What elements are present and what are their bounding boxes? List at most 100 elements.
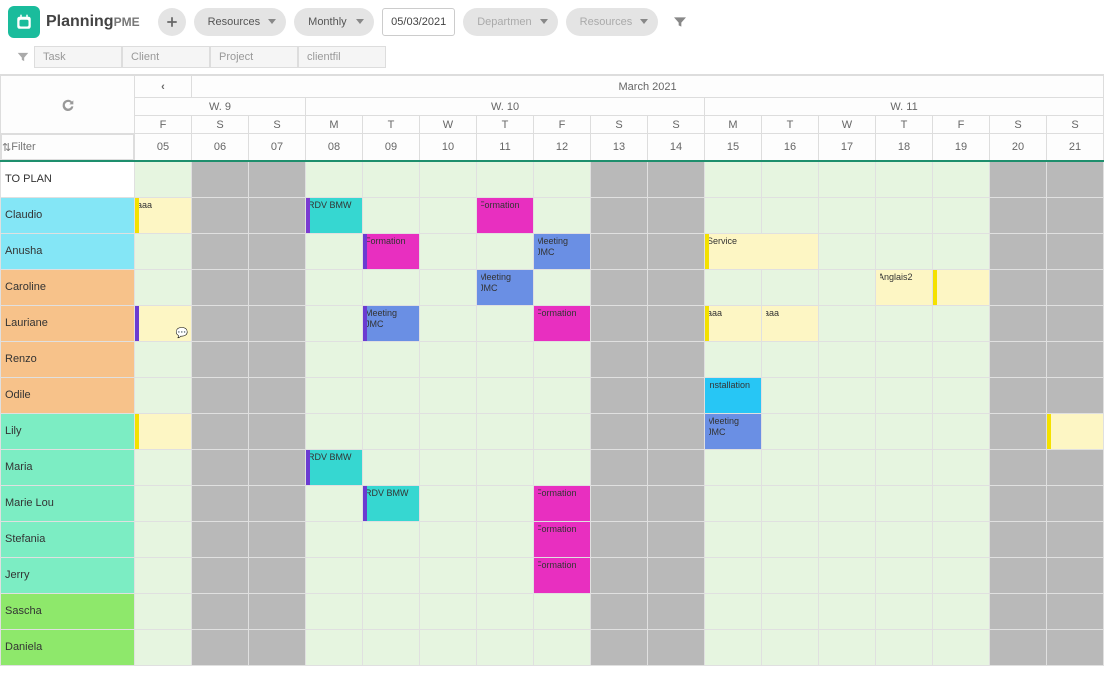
grid-cell[interactable]: [648, 629, 705, 665]
grid-cell[interactable]: [135, 161, 192, 197]
grid-cell[interactable]: 💬: [135, 305, 192, 341]
filter-button[interactable]: [666, 8, 694, 36]
grid-cell[interactable]: [420, 593, 477, 629]
grid-cell[interactable]: [990, 521, 1047, 557]
resources-select[interactable]: Resources: [194, 8, 287, 36]
grid-cell[interactable]: [876, 629, 933, 665]
filter-project[interactable]: Project: [210, 46, 298, 68]
grid-cell[interactable]: [762, 557, 819, 593]
grid-cell[interactable]: [363, 449, 420, 485]
grid-cell[interactable]: Meeting JMC: [363, 305, 420, 341]
resource-cell[interactable]: Lily: [1, 413, 135, 449]
grid-cell[interactable]: Formation: [534, 557, 591, 593]
grid-cell[interactable]: [534, 161, 591, 197]
grid-cell[interactable]: [819, 593, 876, 629]
grid-cell[interactable]: [591, 197, 648, 233]
grid-cell[interactable]: [876, 521, 933, 557]
grid-cell[interactable]: [876, 593, 933, 629]
grid-cell[interactable]: [306, 593, 363, 629]
resource-cell[interactable]: Renzo: [1, 341, 135, 377]
grid-cell[interactable]: [477, 161, 534, 197]
grid-cell[interactable]: [249, 557, 306, 593]
grid-cell[interactable]: [1047, 377, 1104, 413]
grid-cell[interactable]: [591, 413, 648, 449]
grid-cell[interactable]: RDV BMW: [363, 485, 420, 521]
grid-cell[interactable]: [363, 521, 420, 557]
grid-cell[interactable]: [477, 341, 534, 377]
grid-cell[interactable]: [1047, 269, 1104, 305]
grid-cell[interactable]: [819, 161, 876, 197]
grid-cell[interactable]: RDV BMW: [306, 197, 363, 233]
grid-cell[interactable]: [306, 629, 363, 665]
grid-cell[interactable]: [363, 197, 420, 233]
grid-cell[interactable]: [477, 485, 534, 521]
grid-cell[interactable]: [591, 341, 648, 377]
grid-cell[interactable]: [591, 521, 648, 557]
grid-cell[interactable]: [648, 521, 705, 557]
grid-cell[interactable]: [306, 485, 363, 521]
resource-filter-input[interactable]: [11, 141, 153, 153]
grid-cell[interactable]: [1047, 341, 1104, 377]
grid-cell[interactable]: [591, 233, 648, 269]
grid-cell[interactable]: [762, 449, 819, 485]
filter-client[interactable]: Client: [122, 46, 210, 68]
event[interactable]: Formation: [534, 306, 590, 341]
grid-cell[interactable]: RDV BMW: [306, 449, 363, 485]
grid-cell[interactable]: [819, 521, 876, 557]
grid-cell[interactable]: [705, 521, 762, 557]
grid-cell[interactable]: [477, 413, 534, 449]
grid-cell[interactable]: [534, 449, 591, 485]
grid-cell[interactable]: [705, 629, 762, 665]
grid-cell[interactable]: [249, 377, 306, 413]
department-select[interactable]: Departmen: [463, 8, 557, 36]
resource-cell[interactable]: Claudio: [1, 197, 135, 233]
event[interactable]: aaa: [705, 306, 761, 341]
event[interactable]: Formation: [363, 234, 419, 269]
grid-cell[interactable]: [1047, 305, 1104, 341]
grid-cell[interactable]: [534, 269, 591, 305]
grid-cell[interactable]: [534, 197, 591, 233]
grid-cell[interactable]: [591, 377, 648, 413]
grid-cell[interactable]: Formation: [534, 485, 591, 521]
event[interactable]: Meeting JMC: [705, 414, 761, 449]
grid-cell[interactable]: [648, 341, 705, 377]
grid-cell[interactable]: Formation: [534, 305, 591, 341]
grid-cell[interactable]: [990, 197, 1047, 233]
grid-cell[interactable]: [876, 305, 933, 341]
grid-cell[interactable]: [819, 269, 876, 305]
event[interactable]: Installation: [705, 378, 761, 413]
grid-cell[interactable]: [420, 521, 477, 557]
grid-cell[interactable]: [420, 269, 477, 305]
resource-cell[interactable]: Stefania: [1, 521, 135, 557]
grid-cell[interactable]: [762, 377, 819, 413]
grid-cell[interactable]: [306, 269, 363, 305]
grid-cell[interactable]: Anglais2: [876, 269, 933, 305]
grid-cell[interactable]: [192, 233, 249, 269]
grid-cell[interactable]: [420, 197, 477, 233]
grid-cell[interactable]: aaa: [135, 197, 192, 233]
grid-cell[interactable]: [648, 593, 705, 629]
event[interactable]: Formation: [534, 486, 590, 521]
grid-cell[interactable]: [990, 233, 1047, 269]
grid-cell[interactable]: [705, 197, 762, 233]
grid-cell[interactable]: Formation: [534, 521, 591, 557]
grid-cell[interactable]: [648, 449, 705, 485]
grid-cell[interactable]: [990, 557, 1047, 593]
grid-cell[interactable]: [648, 377, 705, 413]
event[interactable]: [933, 270, 989, 305]
grid-cell[interactable]: [1047, 233, 1104, 269]
grid-cell[interactable]: [192, 377, 249, 413]
grid-cell[interactable]: [1047, 449, 1104, 485]
grid-cell[interactable]: [876, 341, 933, 377]
grid-cell[interactable]: [534, 629, 591, 665]
grid-cell[interactable]: [933, 521, 990, 557]
grid-cell[interactable]: Meeting JMC: [534, 233, 591, 269]
resource-cell[interactable]: Daniela: [1, 629, 135, 665]
grid-cell[interactable]: [876, 197, 933, 233]
grid-cell[interactable]: [648, 485, 705, 521]
grid-cell[interactable]: [1047, 197, 1104, 233]
grid-cell[interactable]: [363, 341, 420, 377]
grid-cell[interactable]: [420, 305, 477, 341]
grid-cell[interactable]: [1047, 557, 1104, 593]
grid-cell[interactable]: [249, 593, 306, 629]
